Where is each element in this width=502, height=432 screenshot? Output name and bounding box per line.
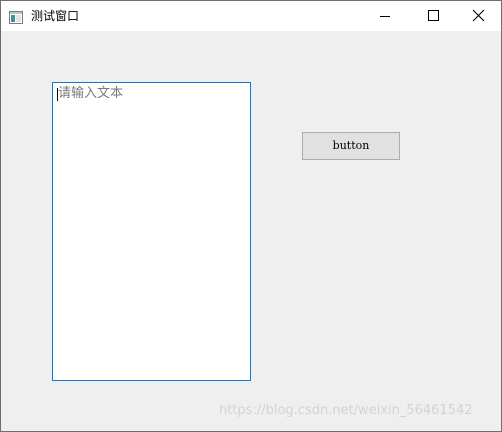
- text-input-placeholder: 请输入文本: [58, 86, 124, 101]
- main-window: 测试窗口 请输入文本 button https://blog.csdn.net/…: [0, 0, 502, 432]
- close-button[interactable]: [455, 1, 501, 31]
- minimize-icon: [380, 16, 390, 17]
- watermark-text: https://blog.csdn.net/weixin_56461542: [219, 403, 473, 418]
- minimize-button[interactable]: [362, 1, 408, 31]
- window-app-icon: [9, 9, 23, 24]
- window-title: 测试窗口: [31, 9, 80, 23]
- text-input-area[interactable]: 请输入文本: [52, 82, 251, 381]
- close-icon: [472, 9, 485, 22]
- maximize-icon: [428, 10, 439, 21]
- push-button[interactable]: button: [302, 132, 400, 160]
- client-area: 请输入文本 button https://blog.csdn.net/weixi…: [1, 31, 501, 431]
- title-bar[interactable]: 测试窗口: [1, 1, 501, 31]
- maximize-button[interactable]: [409, 1, 455, 31]
